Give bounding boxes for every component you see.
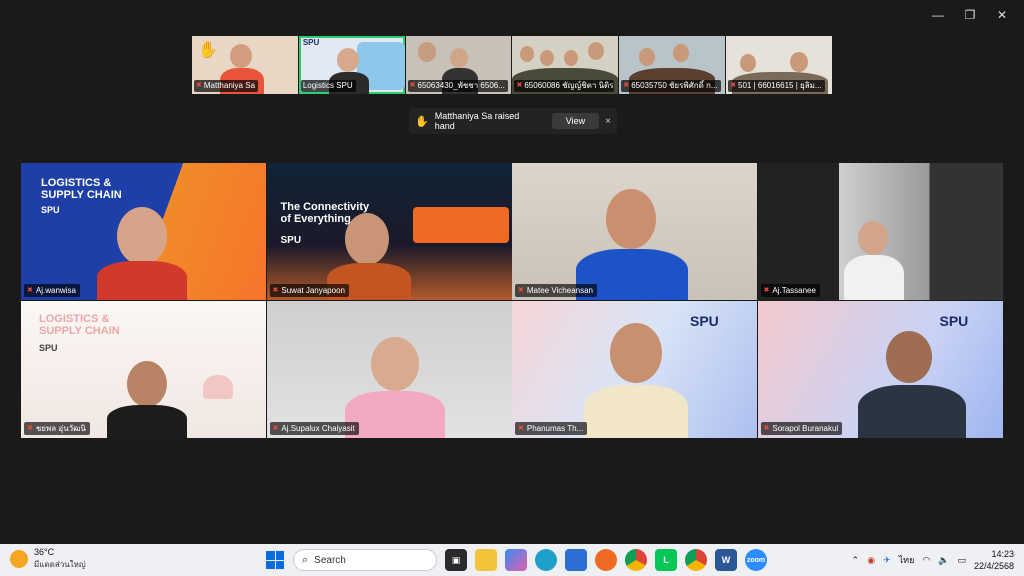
tray-network-app-icon[interactable]: ✈ bbox=[883, 555, 891, 566]
weather-condition: มีแดดส่วนใหญ่ bbox=[34, 560, 86, 569]
slide-title: The Connectivity bbox=[280, 201, 370, 213]
system-tray: ⌃ ◉ ✈ ไทย ◠ 🔈 ▭ 14:23 22/4/2568 bbox=[852, 544, 1014, 576]
filmstrip-tile[interactable]: ✋ ✖ Matthaniya Sa bbox=[192, 36, 298, 94]
filmstrip-label: ✖ Matthaniya Sa bbox=[194, 80, 259, 92]
spu-logo: SPU bbox=[41, 205, 60, 215]
search-placeholder: Search bbox=[314, 554, 346, 566]
notification-text: Matthaniya Sa raised hand bbox=[434, 111, 520, 131]
chevron-up-icon[interactable]: ⌃ bbox=[852, 555, 860, 566]
taskbar-apps: ▣ L W zoom bbox=[445, 549, 767, 571]
close-notification-button[interactable]: × bbox=[605, 116, 611, 127]
filmstrip-tile-active-speaker[interactable]: SPU Logistics SPU bbox=[298, 36, 405, 94]
mic-muted-icon: ✖ bbox=[518, 287, 524, 294]
video-tile[interactable]: LOGISTICS & SUPPLY CHAIN SPU ✖ Aj.wanwisa bbox=[21, 163, 266, 300]
filmstrip-label: ✖ 65063430_พัชชา 6506... bbox=[407, 80, 508, 92]
mic-muted-icon: ✖ bbox=[763, 425, 770, 432]
clock-time: 14:23 bbox=[991, 549, 1014, 559]
clock-date: 22/4/2568 bbox=[973, 561, 1014, 571]
raised-hand-icon: ✋ bbox=[198, 42, 218, 59]
filmstrip-label: ✖ 65035750 ชัยรพิศักดิ์ ก... bbox=[621, 80, 721, 92]
video-tile[interactable]: SPU ✖ Sorapol Buranakul bbox=[757, 301, 1003, 438]
mic-muted-icon: ✖ bbox=[27, 287, 33, 294]
video-tile[interactable]: SPU ✖ Phanumas Th... bbox=[512, 301, 757, 438]
filmstrip-label: ✖ 65060086 ชัญญ์ชิตา นิติร... bbox=[514, 80, 615, 92]
volume-icon[interactable]: 🔈 bbox=[938, 555, 949, 566]
filmstrip-label: Logistics SPU bbox=[300, 80, 356, 92]
firefox-icon[interactable] bbox=[595, 549, 617, 571]
tray-app-icon[interactable]: ◉ bbox=[867, 555, 875, 566]
clock[interactable]: 14:23 22/4/2568 bbox=[974, 548, 1014, 572]
slide-title: LOGISTICS & bbox=[39, 313, 110, 325]
store-icon[interactable] bbox=[565, 549, 587, 571]
spu-logo: SPU bbox=[39, 343, 58, 353]
slide-title: SUPPLY CHAIN bbox=[39, 325, 120, 337]
line-icon[interactable]: L bbox=[655, 549, 677, 571]
video-tile[interactable]: ✖ Aj.Tassanee bbox=[757, 163, 1003, 300]
video-tile[interactable]: The Connectivity of Everything SPU ✖ Suwa… bbox=[266, 163, 512, 300]
participant-label: ✖ Phanumas Th... bbox=[515, 422, 588, 435]
slide-title: of Everything bbox=[280, 213, 351, 225]
participant-label: ✖ Aj.Supalux Chaiyasit bbox=[269, 422, 359, 435]
spu-mini-logo: SPU bbox=[302, 38, 320, 47]
filmstrip-tile[interactable]: ✖ 501 | 66016615 | ยุลิม... bbox=[726, 36, 832, 94]
battery-icon[interactable]: ▭ bbox=[957, 555, 966, 566]
chrome-icon[interactable] bbox=[625, 549, 647, 571]
raised-hand-icon: ✋ bbox=[415, 115, 429, 128]
participant-filmstrip: ✋ ✖ Matthaniya Sa SPU Logistics SPU ✖ 6506… bbox=[192, 36, 832, 94]
slide-title: SUPPLY CHAIN bbox=[41, 189, 122, 201]
chair-decor bbox=[203, 375, 233, 399]
participant-label: ✖ Aj.Tassanee bbox=[760, 284, 820, 297]
task-view-icon[interactable]: ▣ bbox=[445, 549, 467, 571]
filmstrip-tile[interactable]: ✖ 65035750 ชัยรพิศักดิ์ ก... bbox=[619, 36, 726, 94]
participant-label: ✖ ชยพล อุ่นวัฒนิ bbox=[24, 422, 90, 435]
mic-muted-icon: ✖ bbox=[518, 425, 524, 432]
filmstrip-tile[interactable]: ✖ 65060086 ชัญญ์ชิตา นิติร... bbox=[512, 36, 619, 94]
weather-widget[interactable]: 36°C มีแดดส่วนใหญ่ bbox=[10, 547, 86, 571]
view-button[interactable]: View bbox=[551, 113, 600, 129]
close-window-button[interactable]: ✕ bbox=[986, 6, 1018, 24]
wifi-icon[interactable]: ◠ bbox=[922, 555, 930, 566]
video-tile[interactable]: ✖ Aj.Supalux Chaiyasit bbox=[266, 301, 512, 438]
participant-label: ✖ Suwat Janyapoon bbox=[269, 284, 349, 297]
weather-sun-icon bbox=[10, 550, 28, 568]
restore-button[interactable]: ❐ bbox=[954, 6, 986, 24]
mic-muted-icon: ✖ bbox=[272, 425, 279, 432]
spu-logo: SPU bbox=[280, 235, 302, 246]
chrome-profile-icon[interactable] bbox=[685, 549, 707, 571]
mic-muted-icon: ✖ bbox=[623, 82, 630, 89]
spu-logo: SPU bbox=[690, 313, 719, 329]
mic-muted-icon: ✖ bbox=[730, 82, 737, 89]
minimize-button[interactable]: — bbox=[922, 6, 954, 24]
participant-label: ✖ Aj.wanwisa bbox=[24, 284, 80, 297]
file-explorer-icon[interactable] bbox=[475, 549, 497, 571]
video-tile[interactable]: LOGISTICS & SUPPLY CHAIN SPU ✖ ชยพล อุ่นว… bbox=[21, 301, 266, 438]
copilot-icon[interactable] bbox=[505, 549, 527, 571]
zoom-icon[interactable]: zoom bbox=[745, 549, 767, 571]
participant-label: ✖ Matee Vicheansan bbox=[515, 284, 597, 297]
word-icon[interactable]: W bbox=[715, 549, 737, 571]
filmstrip-label: ✖ 501 | 66016615 | ยุลิม... bbox=[728, 80, 825, 92]
start-button[interactable] bbox=[266, 551, 284, 569]
raised-hand-notification: ✋ Matthaniya Sa raised hand View × bbox=[409, 108, 617, 134]
windows-taskbar: 36°C มีแดดส่วนใหญ่ ⌕ Search ▣ L W zoom ⌃… bbox=[0, 544, 1024, 576]
taskbar-search[interactable]: ⌕ Search bbox=[293, 549, 437, 571]
spu-logo: SPU bbox=[939, 313, 969, 329]
slide-title: LOGISTICS & bbox=[41, 177, 112, 189]
mic-muted-icon: ✖ bbox=[272, 287, 279, 294]
mic-muted-icon: ✖ bbox=[516, 82, 523, 89]
slide-banner bbox=[412, 207, 509, 243]
mic-muted-icon: ✖ bbox=[409, 82, 416, 89]
mic-muted-icon: ✖ bbox=[196, 82, 202, 89]
weather-temp: 36°C bbox=[34, 547, 55, 557]
window-controls: — ❐ ✕ bbox=[922, 6, 1018, 24]
filmstrip-tile[interactable]: ✖ 65063430_พัชชา 6506... bbox=[405, 36, 512, 94]
participant-label: ✖ Sorapol Buranakul bbox=[760, 422, 843, 435]
edge-icon[interactable] bbox=[535, 549, 557, 571]
mic-muted-icon: ✖ bbox=[763, 287, 770, 294]
language-indicator[interactable]: ไทย bbox=[899, 553, 915, 567]
search-icon: ⌕ bbox=[302, 553, 309, 566]
mic-muted-icon: ✖ bbox=[27, 425, 33, 432]
video-gallery: LOGISTICS & SUPPLY CHAIN SPU ✖ Aj.wanwisa… bbox=[21, 163, 1003, 440]
video-tile[interactable]: ✖ Matee Vicheansan bbox=[512, 163, 757, 300]
